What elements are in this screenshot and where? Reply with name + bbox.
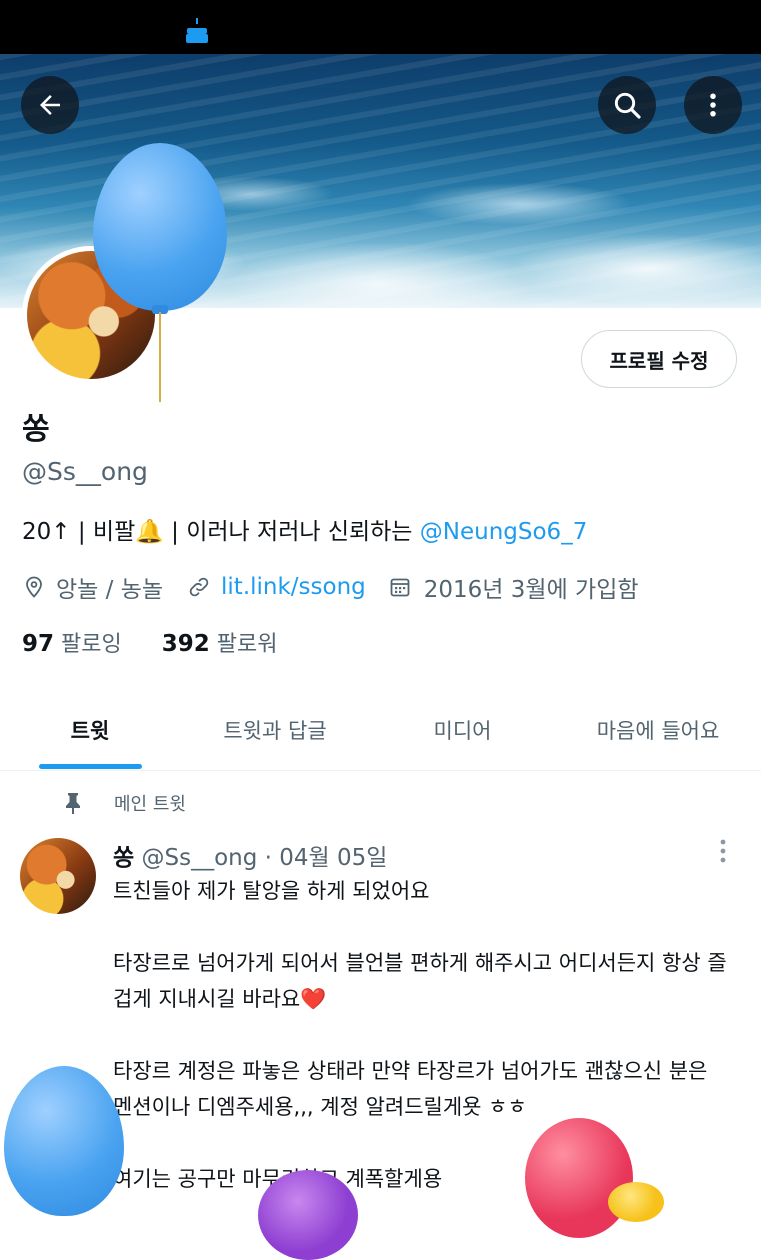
bio-text: 20↑ | 비팔🔔 | 이러나 저러나 신뢰하는 [22, 519, 420, 545]
bio-mention-link[interactable]: @NeungSo6_7 [420, 519, 588, 545]
joined-date: 2016년 3월에 가입함 [423, 577, 639, 603]
tab-tweets-replies[interactable]: 트윗과 답글 [180, 690, 370, 770]
profile-meta: 앙놀 / 농놀 lit.link/ssong 2016년 3월에 가입함 [22, 569, 639, 605]
tweet-separator: · [264, 845, 272, 871]
more-options-button[interactable] [684, 76, 742, 134]
user-handle: @Ss__ong [22, 457, 148, 486]
pinned-label: 메인 트윗 [114, 794, 186, 815]
balloon-string [159, 312, 161, 402]
location-text: 앙놀 / 농놀 [56, 577, 164, 603]
location-pin-icon [26, 576, 42, 598]
tweet-header: 쏭 @Ss__ong · 04월 05일 [113, 838, 387, 872]
tab-media[interactable]: 미디어 [370, 690, 555, 770]
edit-profile-button[interactable]: 프로필 수정 [581, 330, 737, 388]
active-tab-indicator [39, 764, 142, 769]
display-name: 쏭 [22, 412, 50, 447]
cake-icon [186, 18, 208, 43]
search-icon [614, 92, 641, 119]
tweet-more-icon[interactable] [716, 838, 730, 866]
profile-tabs: 트윗 트윗과 답글 미디어 마음에 들어요 [0, 690, 761, 771]
tweet-date[interactable]: 04월 05일 [279, 845, 387, 871]
birthday-balloon [258, 1170, 358, 1260]
birthday-balloon [608, 1182, 664, 1222]
arrow-left-icon [40, 95, 60, 115]
tweet-paragraph: 트친들아 제가 탈앙을 하게 되었어요 [113, 879, 430, 903]
tweet-author-handle[interactable]: @Ss__ong [141, 845, 257, 871]
followers-label: 팔로워 [216, 632, 278, 657]
pin-icon [66, 793, 80, 814]
followers-count: 392 [161, 631, 210, 657]
tab-likes[interactable]: 마음에 들어요 [555, 690, 761, 770]
follow-stats: 97 팔로잉 392 팔로워 [22, 626, 278, 658]
profile-bio: 20↑ | 비팔🔔 | 이러나 저러나 신뢰하는 @NeungSo6_7 [22, 512, 587, 546]
tab-tweets[interactable]: 트윗 [0, 690, 180, 770]
following-label: 팔로잉 [61, 632, 122, 657]
following-link[interactable]: 97 팔로잉 [22, 631, 122, 657]
tweet-body: 트친들아 제가 탈앙을 하게 되었어요 타장르로 넘어가게 되어서 블언블 편하… [113, 873, 733, 1197]
tweet-author-name[interactable]: 쏭 [113, 845, 134, 871]
tweet-paragraph: 타장르 계정은 파놓은 상태라 만약 타장르가 넘어가도 괜찮으신 분은 멘션이… [113, 1059, 708, 1119]
following-count: 97 [22, 631, 55, 657]
birthday-balloon [4, 1066, 124, 1216]
back-button[interactable] [21, 76, 79, 134]
followers-link[interactable]: 392 팔로워 [161, 631, 278, 657]
calendar-icon [390, 578, 410, 597]
more-vertical-icon [710, 93, 716, 117]
search-button[interactable] [598, 76, 656, 134]
website-link[interactable]: lit.link/ssong [221, 574, 366, 600]
tweet-author-avatar[interactable] [20, 838, 96, 914]
status-bar [0, 0, 761, 54]
link-icon [189, 577, 209, 597]
pinned-label-row: 메인 트윗 [62, 788, 186, 818]
birthday-balloon [525, 1118, 633, 1238]
tweet-paragraph: 타장르로 넘어가게 되어서 블언블 편하게 해주시고 어디서든지 항상 즐겁게 … [113, 951, 727, 1011]
